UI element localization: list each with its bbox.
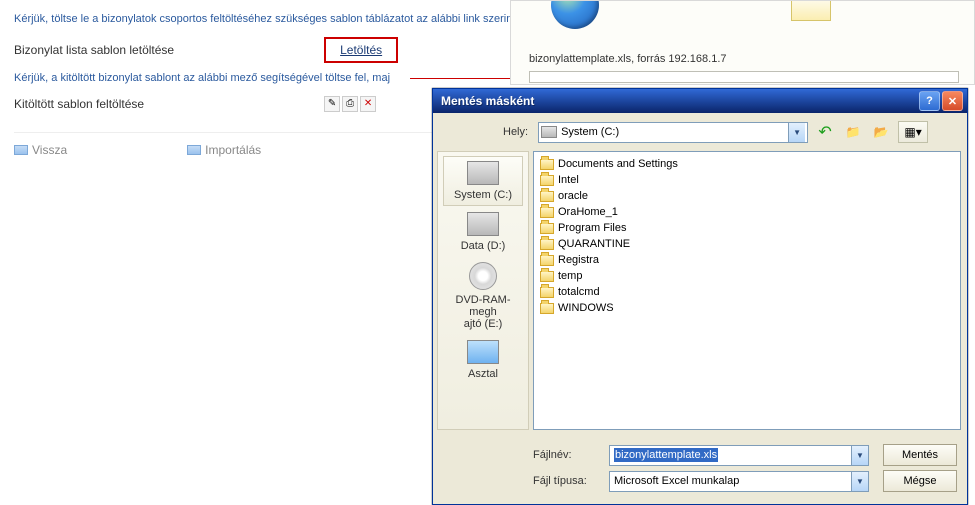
place-desktop[interactable]: Asztal (443, 336, 523, 384)
help-button[interactable]: ? (919, 91, 940, 111)
cancel-button[interactable]: Mégse (883, 470, 957, 492)
nav-import-label: Importálás (205, 143, 261, 157)
place-label: Asztal (445, 368, 521, 380)
folder-icon (540, 175, 554, 186)
list-item[interactable]: QUARANTINE (540, 236, 954, 252)
file-name: oracle (558, 190, 588, 202)
folder-icon (540, 287, 554, 298)
nav-back[interactable]: Vissza (14, 143, 67, 157)
save-as-dialog: Mentés másként ? ✕ Hely: System (C:) ▼ ↶… (432, 88, 968, 505)
list-item[interactable]: WINDOWS (540, 300, 954, 316)
location-select[interactable]: System (C:) ▼ (538, 122, 808, 143)
nav-import[interactable]: Importálás (187, 143, 261, 157)
drive-icon (467, 212, 499, 236)
desktop-icon (467, 340, 499, 364)
globe-icon (551, 0, 599, 29)
place-dvd-ram[interactable]: DVD-RAM-megh ajtó (E:) (443, 258, 523, 334)
file-name: OraHome_1 (558, 206, 618, 218)
list-item[interactable]: temp (540, 268, 954, 284)
place-label: Data (D:) (445, 240, 521, 252)
folder-icon (540, 223, 554, 234)
place-data-d[interactable]: Data (D:) (443, 208, 523, 256)
annotation-arrow-line (410, 78, 520, 79)
folder-icon (540, 191, 554, 202)
file-name: totalcmd (558, 286, 600, 298)
folder-icon (14, 145, 28, 155)
location-value: System (C:) (561, 126, 619, 138)
download-progress-panel: bizonylattemplate.xls, forrás 192.168.1.… (510, 0, 975, 85)
download-link[interactable]: Letöltés (340, 43, 382, 57)
file-name: Registra (558, 254, 599, 266)
filetype-select[interactable]: Microsoft Excel munkalap ▼ (609, 471, 869, 492)
dialog-title: Mentés másként (437, 94, 917, 108)
file-name: temp (558, 270, 582, 282)
list-item[interactable]: OraHome_1 (540, 204, 954, 220)
download-file-label: bizonylattemplate.xls, forrás 192.168.1.… (529, 53, 727, 65)
place-label: System (C:) (446, 189, 520, 201)
download-highlight-box: Letöltés (324, 37, 398, 63)
filetype-dropdown-arrow[interactable]: ▼ (851, 472, 868, 491)
file-name: Intel (558, 174, 579, 186)
filename-label: Fájlnév: (533, 449, 603, 461)
list-item[interactable]: oracle (540, 188, 954, 204)
drive-icon (467, 161, 499, 185)
places-bar: System (C:) Data (D:) DVD-RAM-megh ajtó … (437, 151, 529, 430)
location-label: Hely: (503, 126, 528, 138)
drive-icon (541, 126, 557, 138)
view-mode-icon[interactable]: ▦▾ (898, 121, 928, 143)
file-name: Program Files (558, 222, 626, 234)
nav-back-label: Vissza (32, 143, 67, 157)
upload-row-label: Kitöltött sablon feltöltése (14, 97, 144, 111)
nav-up-icon[interactable]: 📁 (842, 121, 864, 143)
list-item[interactable]: Documents and Settings (540, 156, 954, 172)
folder-icon (540, 239, 554, 250)
folder-icon (540, 303, 554, 314)
list-item[interactable]: Program Files (540, 220, 954, 236)
folder-icon (187, 145, 201, 155)
download-row-label: Bizonylat lista sablon letöltése (14, 43, 174, 57)
filename-input[interactable]: bizonylattemplate.xls ▼ (609, 445, 869, 466)
dvd-icon (469, 262, 497, 290)
file-list[interactable]: Documents and Settings Intel oracle OraHome… (533, 151, 961, 430)
list-item[interactable]: Intel (540, 172, 954, 188)
dialog-titlebar[interactable]: Mentés másként ? ✕ (433, 89, 967, 113)
delete-icon[interactable]: ✕ (360, 96, 376, 112)
list-item[interactable]: totalcmd (540, 284, 954, 300)
save-button[interactable]: Mentés (883, 444, 957, 466)
close-button[interactable]: ✕ (942, 91, 963, 111)
filename-value: bizonylattemplate.xls (614, 448, 718, 462)
edit-icon[interactable]: ✎ (324, 96, 340, 112)
nav-back-icon[interactable]: ↶ (814, 121, 836, 143)
file-name: WINDOWS (558, 302, 614, 314)
file-name: Documents and Settings (558, 158, 678, 170)
place-system-c[interactable]: System (C:) (443, 156, 523, 206)
download-progress-bar (529, 71, 959, 83)
file-name: QUARANTINE (558, 238, 630, 250)
filetype-value: Microsoft Excel munkalap (614, 475, 739, 487)
filename-dropdown-arrow[interactable]: ▼ (851, 446, 868, 465)
folder-icon (540, 271, 554, 282)
new-folder-icon[interactable]: 📂 (870, 121, 892, 143)
folder-icon (540, 255, 554, 266)
list-item[interactable]: Registra (540, 252, 954, 268)
folder-icon (540, 207, 554, 218)
open-folder-icon (791, 0, 831, 21)
print-icon[interactable]: ⎙ (342, 96, 358, 112)
place-label: DVD-RAM-megh ajtó (E:) (445, 294, 521, 330)
folder-icon (540, 159, 554, 170)
location-dropdown-arrow[interactable]: ▼ (788, 123, 805, 142)
filetype-label: Fájl típusa: (533, 475, 603, 487)
